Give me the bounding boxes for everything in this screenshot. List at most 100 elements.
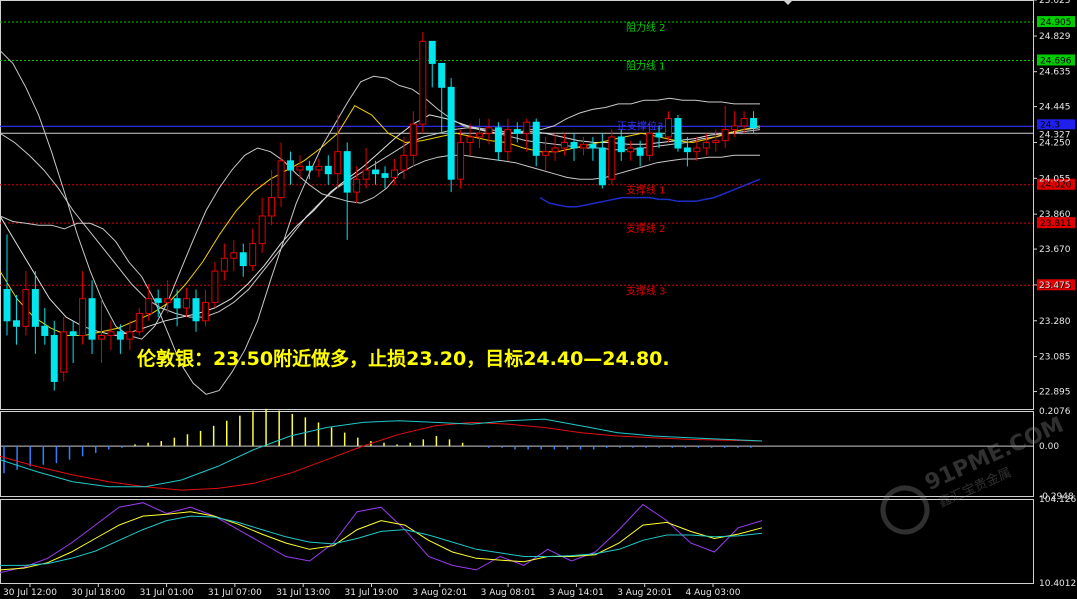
candle-body <box>485 127 493 134</box>
osc-y-label: 10.4012 <box>1039 579 1076 589</box>
osc-y-label: 104.1262 <box>1039 495 1077 505</box>
candle-body <box>570 141 578 149</box>
candle-body <box>532 121 540 156</box>
y-tick-label: 25.025 <box>1039 0 1071 6</box>
candle-body <box>438 62 446 88</box>
x-tick-label: 31 Jul 07:00 <box>208 588 262 598</box>
watermark-logo: 91PME.COM 鑫汇宝贵金属 <box>880 413 1067 535</box>
oscillator-pane-frame <box>0 499 1034 584</box>
candle-body <box>721 129 729 142</box>
level-price-tag-text: 24.696 <box>1040 56 1072 66</box>
candle-body <box>683 147 691 153</box>
level-price-tag-text: 24.905 <box>1040 18 1072 28</box>
candle-body <box>731 125 739 131</box>
osc-cyan-line <box>0 515 763 566</box>
candle-body <box>88 298 96 340</box>
candle-body <box>12 320 20 327</box>
chevron-down-icon <box>784 1 792 5</box>
candle-body <box>551 147 559 153</box>
candle-body <box>466 136 474 143</box>
candle-body <box>305 165 313 171</box>
candle-body <box>268 197 276 217</box>
x-tick-label: 3 Aug 14:01 <box>549 588 604 598</box>
candle-body <box>334 151 342 175</box>
candle-body <box>211 270 219 303</box>
level-label: 支撑线 3 <box>626 284 666 297</box>
candle-body <box>31 289 39 327</box>
x-tick-label: 3 Aug 08:01 <box>481 588 536 598</box>
x-tick-label: 30 Jul 12:00 <box>3 588 57 598</box>
candle-body <box>513 129 521 134</box>
candle-body <box>154 298 162 303</box>
candle-body <box>750 118 758 129</box>
candle-body <box>126 331 134 340</box>
candle-body <box>381 173 389 178</box>
y-tick-label: 23.860 <box>1039 210 1071 220</box>
y-tick-label: 24.829 <box>1039 32 1071 42</box>
candle-body <box>400 154 408 171</box>
candle-body <box>50 334 58 382</box>
candle-body <box>98 334 105 340</box>
y-tick-label: 24.445 <box>1039 103 1071 113</box>
candle-body <box>230 252 238 259</box>
candle-body <box>69 331 77 336</box>
candle-body <box>287 160 294 171</box>
yellow-ma-line <box>0 105 761 336</box>
macd-pane-frame <box>0 411 1034 497</box>
candle-body <box>324 165 332 175</box>
y-tick-label: 24.635 <box>1039 68 1071 78</box>
candle-body <box>542 151 550 156</box>
candle-body <box>353 178 361 193</box>
bid-price-tag-text: 24.3 <box>1040 120 1060 130</box>
candle-body <box>79 298 87 336</box>
candle-body <box>740 118 748 127</box>
candle-body <box>192 298 200 322</box>
candle-body <box>296 165 304 171</box>
osc-yellow-line <box>0 511 763 571</box>
candle-body <box>598 147 606 186</box>
candle-body <box>447 86 455 180</box>
candle-body <box>561 141 569 149</box>
candle-body <box>457 141 465 180</box>
candle-body <box>646 132 654 156</box>
candle-body <box>22 289 30 327</box>
candle-body <box>409 123 417 156</box>
y-tick-label: 23.085 <box>1039 353 1071 363</box>
x-tick-label: 31 Jul 19:00 <box>345 588 399 598</box>
candle-body <box>579 143 587 149</box>
candle-body <box>665 118 672 138</box>
price-chart: 阻力线 2 24.905阻力线 1 24.696支撑线 1 24.020支撑线 2 23… <box>0 0 1077 598</box>
candle-body <box>617 136 625 153</box>
x-tick-label: 4 Aug 03:00 <box>686 588 741 598</box>
trade-annotation: 伦敦银：23.50附近做多，止损23.20，目标24.40—24.80. <box>137 347 670 370</box>
candle-body <box>258 215 266 245</box>
candle-body <box>627 147 635 153</box>
candle-body <box>712 140 720 143</box>
candle-body <box>116 331 124 340</box>
candle-body <box>608 136 616 180</box>
y-tick-label: 23.670 <box>1039 245 1071 255</box>
y-tick-label: 23.280 <box>1039 317 1071 327</box>
candle-body <box>201 301 209 322</box>
candle-body <box>3 289 11 322</box>
candle-body <box>494 127 502 153</box>
candle-body <box>220 257 228 272</box>
candle-body <box>693 147 701 153</box>
candle-body <box>183 298 191 309</box>
macd-signal-line <box>0 421 763 491</box>
candle-body <box>173 298 181 309</box>
candle-body <box>476 132 483 138</box>
candle-body <box>655 132 663 138</box>
candle-body <box>674 118 682 149</box>
candle-body <box>419 40 427 125</box>
candle-body <box>249 243 257 267</box>
level-label: 支撑线 2 <box>626 222 666 235</box>
candle-body <box>164 298 172 303</box>
osc-purple-line <box>0 502 763 574</box>
candle-body <box>239 252 247 267</box>
candle-body <box>636 147 644 156</box>
candle-body <box>390 169 398 178</box>
candle-body <box>428 40 436 64</box>
candle-body <box>362 169 370 180</box>
x-tick-label: 30 Jul 18:00 <box>71 588 125 598</box>
